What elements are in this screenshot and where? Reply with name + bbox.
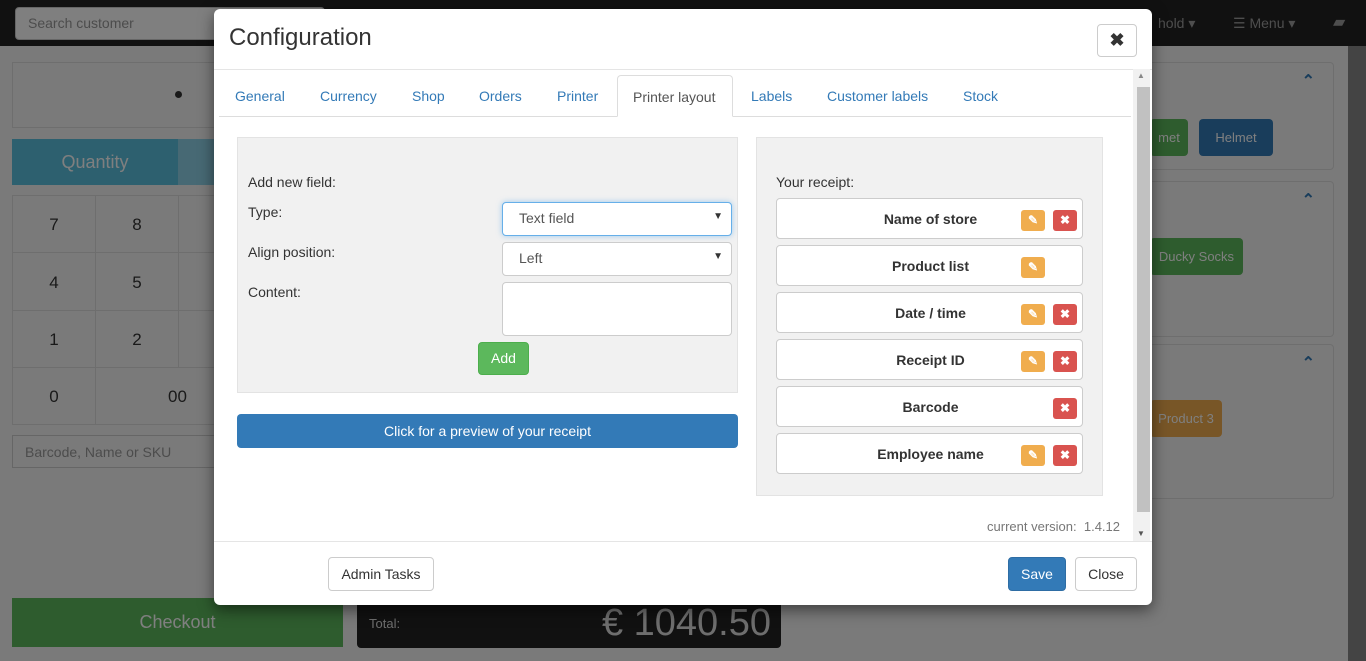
scroll-up-icon[interactable]: ▲	[1137, 71, 1145, 80]
receipt-item: Product list ✎	[776, 245, 1083, 286]
footer-divider	[214, 541, 1152, 542]
tab-general[interactable]: General	[219, 75, 301, 117]
content-label: Content:	[248, 284, 301, 300]
close-icon[interactable]: ✖	[1097, 24, 1137, 57]
type-value: Text field	[519, 210, 575, 226]
add-field-panel: Add new field: Type: Text field ▼ Align p…	[237, 137, 738, 393]
tab-orders[interactable]: Orders	[463, 75, 538, 117]
align-select[interactable]: Left ▼	[502, 242, 732, 276]
edit-icon[interactable]: ✎	[1021, 351, 1045, 372]
save-button[interactable]: Save	[1008, 557, 1066, 591]
admin-tasks-button[interactable]: Admin Tasks	[328, 557, 434, 591]
align-value: Left	[519, 250, 543, 266]
item-label: Barcode	[902, 399, 959, 415]
tab-shop[interactable]: Shop	[396, 75, 461, 117]
scroll-down-icon[interactable]: ▼	[1137, 529, 1145, 538]
close-button[interactable]: Close	[1075, 557, 1137, 591]
add-button[interactable]: Add	[478, 342, 529, 375]
receipt-item: Date / time ✎ ✖	[776, 292, 1083, 333]
align-label: Align position:	[248, 244, 336, 260]
tab-labels[interactable]: Labels	[735, 75, 808, 117]
configuration-modal: Configuration ✖ General Currency Shop Or…	[214, 9, 1152, 605]
tab-currency[interactable]: Currency	[304, 75, 393, 117]
edit-icon[interactable]: ✎	[1021, 304, 1045, 325]
receipt-heading: Your receipt:	[776, 174, 855, 190]
edit-icon[interactable]: ✎	[1021, 445, 1045, 466]
delete-icon[interactable]: ✖	[1053, 398, 1077, 419]
tab-printer-layout[interactable]: Printer layout	[617, 75, 733, 117]
caret-down-icon: ▼	[713, 211, 723, 222]
delete-icon[interactable]: ✖	[1053, 351, 1077, 372]
tab-customer-labels[interactable]: Customer labels	[811, 75, 944, 117]
receipt-item: Receipt ID ✎ ✖	[776, 339, 1083, 380]
tab-printer[interactable]: Printer	[541, 75, 614, 117]
caret-down-icon: ▼	[713, 251, 723, 262]
delete-icon[interactable]: ✖	[1053, 304, 1077, 325]
tab-bar: General Currency Shop Orders Printer Pri…	[219, 75, 1131, 117]
type-label: Type:	[248, 204, 283, 220]
edit-icon[interactable]: ✎	[1021, 210, 1045, 231]
edit-icon[interactable]: ✎	[1021, 257, 1045, 278]
receipt-item: Employee name ✎ ✖	[776, 433, 1083, 474]
delete-icon[interactable]: ✖	[1053, 210, 1077, 231]
divider	[214, 69, 1152, 70]
add-field-heading: Add new field:	[248, 174, 336, 190]
content-textarea[interactable]	[502, 282, 732, 336]
preview-receipt-button[interactable]: Click for a preview of your receipt	[237, 414, 738, 448]
receipt-item: Barcode ✖	[776, 386, 1083, 427]
scrollbar-thumb[interactable]	[1137, 87, 1150, 512]
version-text: current version: 1.4.12	[987, 519, 1120, 534]
modal-title: Configuration	[229, 24, 372, 51]
receipt-item: Name of store ✎ ✖	[776, 198, 1083, 239]
delete-icon[interactable]: ✖	[1053, 445, 1077, 466]
tab-stock[interactable]: Stock	[947, 75, 1014, 117]
type-select[interactable]: Text field ▼	[502, 202, 732, 236]
